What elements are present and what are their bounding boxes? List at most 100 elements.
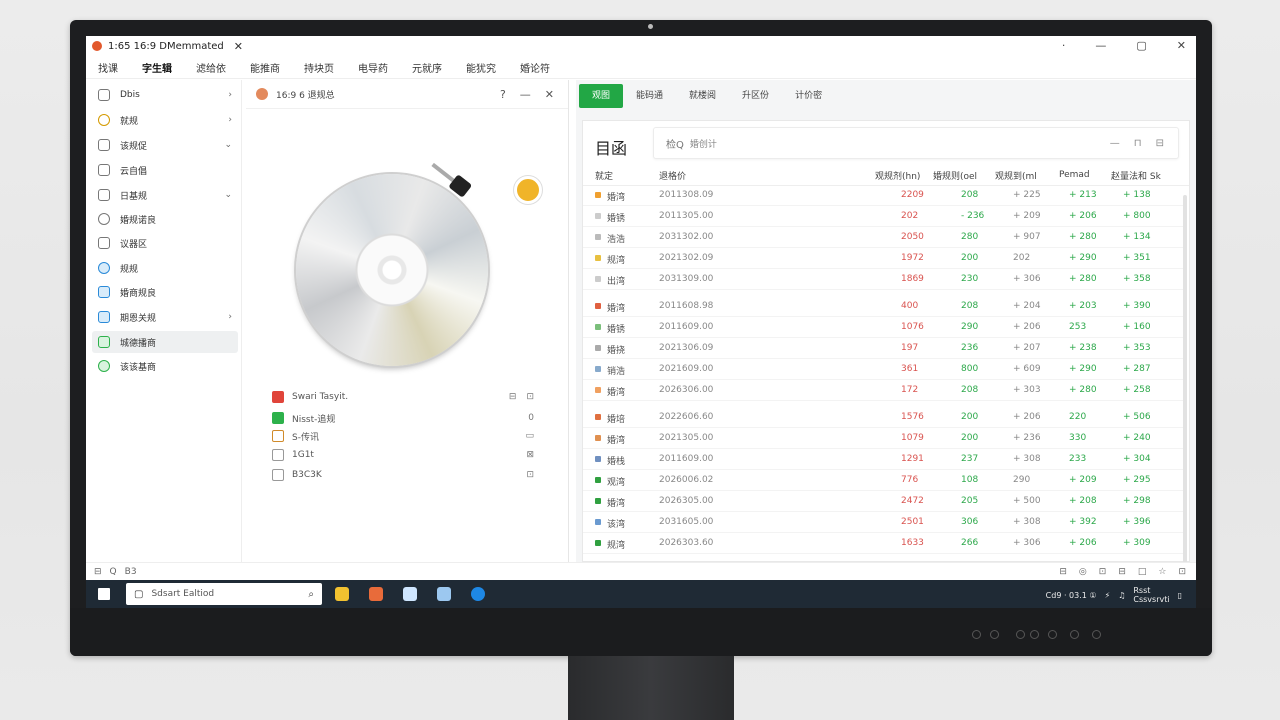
file-action-icon[interactable]: ⊠: [526, 450, 534, 460]
column-header[interactable]: 就定: [595, 169, 613, 182]
column-header[interactable]: 退格价: [659, 169, 686, 182]
status-icon[interactable]: ⊟: [1059, 567, 1067, 577]
table-row[interactable]: 婚湾 2021305.00 1079 200 + 236 330 + 240: [583, 428, 1183, 449]
table-row[interactable]: 婚培 2022606.60 1576 200 + 206 220 + 506: [583, 407, 1183, 428]
column-header[interactable]: 赵量法和 Sk: [1111, 169, 1161, 182]
table-row[interactable]: 出湾 2031309.00 1869 230 + 306 + 280 + 358: [583, 269, 1183, 290]
column-header[interactable]: 观规剂(hn): [875, 169, 920, 182]
sidebar-item[interactable]: 期恩关规 ›: [92, 306, 238, 328]
menu-item[interactable]: 滤给依: [184, 60, 238, 75]
menu-item[interactable]: 能犹究: [454, 60, 508, 75]
status-indicator-icon[interactable]: [514, 176, 542, 204]
notification-icon[interactable]: ▯: [1178, 591, 1182, 600]
monitor-button[interactable]: [1030, 630, 1039, 639]
table-row[interactable]: 规湾 2026303.60 1633 266 + 306 + 206 + 309: [583, 533, 1183, 554]
file-action-icon[interactable]: ⊟: [509, 392, 517, 402]
menu-item[interactable]: 能推商: [238, 60, 292, 75]
table-row[interactable]: 婚挠 2021306.09 197 236 + 207 + 238 + 353: [583, 338, 1183, 359]
table-row[interactable]: 婚湾 2026305.00 2472 205 + 500 + 208 + 298: [583, 491, 1183, 512]
tab-active[interactable]: 观图: [579, 84, 624, 108]
power-button[interactable]: [1092, 630, 1101, 639]
taskbar-search[interactable]: ▢ Sdsart Ealtiod ⌕: [126, 583, 322, 605]
menu-item[interactable]: 找课: [86, 60, 130, 75]
menu-item[interactable]: 持块页: [292, 60, 346, 75]
maximize-button[interactable]: ▢: [1136, 39, 1146, 52]
scrollbar[interactable]: [1183, 195, 1187, 599]
column-header[interactable]: 婚规则(oel: [933, 169, 977, 182]
status-icon[interactable]: ⊟: [1118, 567, 1126, 577]
bookmark-icon[interactable]: ⊓: [1134, 138, 1142, 149]
minimize-icon[interactable]: —: [520, 88, 531, 101]
sidebar-item[interactable]: 该规促 ⌄: [92, 134, 238, 156]
menu-item-active[interactable]: 字生辑: [130, 60, 184, 75]
file-action-icon[interactable]: ▭: [525, 431, 534, 441]
file-action-icon[interactable]: ⊡: [526, 392, 534, 402]
file-item[interactable]: B3C3K ⊡: [272, 466, 534, 484]
status-icon[interactable]: □: [1138, 567, 1147, 577]
file-item[interactable]: S-传讯 ▭: [272, 427, 534, 445]
column-header[interactable]: Pemad: [1059, 170, 1090, 180]
tab[interactable]: 计价密: [782, 84, 835, 108]
sidebar-item[interactable]: 婚规诺良: [92, 208, 238, 230]
minimize-button[interactable]: —: [1095, 39, 1106, 52]
sidebar-item[interactable]: 该该基商: [92, 355, 238, 377]
volume-icon[interactable]: ♫: [1118, 591, 1125, 600]
table-row[interactable]: 婚湾 2011308.09 2209 208 + 225 + 213 + 138: [583, 185, 1183, 206]
tab[interactable]: 就楼阅: [676, 84, 729, 108]
file-item[interactable]: Nisst-追规 0: [272, 409, 534, 427]
taskbar-app[interactable]: [430, 580, 458, 608]
column-header[interactable]: 观规到(ml: [995, 169, 1037, 182]
sidebar-item-active[interactable]: 城德播商: [92, 331, 238, 353]
start-button[interactable]: [98, 588, 110, 600]
menu-item[interactable]: 元就序: [400, 60, 454, 75]
table-row[interactable]: 浩浩 2031302.00 2050 280 + 907 + 280 + 134: [583, 227, 1183, 248]
file-item[interactable]: 1G1t ⊠: [272, 446, 534, 464]
table-row[interactable]: 婚锈 2011609.00 1076 290 + 206 253 + 160: [583, 317, 1183, 338]
sidebar-item[interactable]: 规规: [92, 257, 238, 279]
network-icon[interactable]: ⚡: [1105, 591, 1111, 600]
monitor-button[interactable]: [1048, 630, 1057, 639]
sidebar-item[interactable]: 婚商规良: [92, 281, 238, 303]
file-item[interactable]: Swari Tasyit. ⊟ ⊡: [272, 388, 534, 406]
title-close-icon[interactable]: ✕: [234, 40, 243, 53]
status-icon[interactable]: ☆: [1158, 567, 1166, 577]
table-row[interactable]: 销浩 2021609.00 361 800 + 609 + 290 + 287: [583, 359, 1183, 380]
monitor-button[interactable]: [990, 630, 999, 639]
zoom-icon[interactable]: Q: [110, 567, 117, 577]
sidebar-item[interactable]: 议器区: [92, 232, 238, 254]
window-menu-button[interactable]: ·: [1062, 39, 1066, 52]
menu-item[interactable]: 电导药: [346, 60, 400, 75]
save-icon[interactable]: ⊟: [1156, 138, 1164, 149]
table-row[interactable]: 婚湾 2026306.00 172 208 + 303 + 280 + 258: [583, 380, 1183, 401]
sidebar-item[interactable]: 就规 ›: [92, 109, 238, 131]
taskbar-search-text[interactable]: Sdsart Ealtiod: [151, 589, 308, 599]
taskbar-app[interactable]: [362, 580, 390, 608]
table-row[interactable]: 规湾 2021302.09 1972 200 202 + 290 + 351: [583, 248, 1183, 269]
status-icon[interactable]: ⊡: [1099, 567, 1107, 577]
close-icon[interactable]: ✕: [545, 88, 554, 101]
sidebar-item[interactable]: 日基规 ⌄: [92, 184, 238, 206]
sidebar-item[interactable]: Dbis ›: [92, 84, 238, 106]
close-button[interactable]: ✕: [1177, 39, 1186, 52]
monitor-button[interactable]: [1016, 630, 1025, 639]
status-icon[interactable]: ◎: [1079, 567, 1087, 577]
menu-item[interactable]: 婚论符: [508, 60, 562, 75]
table-row[interactable]: 观湾 2026006.02 776 108 290 + 209 + 295: [583, 470, 1183, 491]
taskbar-app[interactable]: [328, 580, 356, 608]
table-row[interactable]: 婚锈 2011305.00 202 - 236 + 209 + 206 + 800: [583, 206, 1183, 227]
tab[interactable]: 能码通: [623, 84, 676, 108]
search-input[interactable]: 婚创计: [690, 137, 1110, 150]
help-icon[interactable]: ?: [500, 88, 506, 101]
monitor-button[interactable]: [972, 630, 981, 639]
status-icon[interactable]: ⊡: [1178, 567, 1186, 577]
table-row[interactable]: 婚栈 2011609.00 1291 237 + 308 233 + 304: [583, 449, 1183, 470]
search-bar[interactable]: 检Q 婚创计 — ⊓ ⊟: [653, 127, 1179, 159]
clock[interactable]: Cd9 · 03.1 ①: [1046, 591, 1097, 600]
tab[interactable]: 升区份: [729, 84, 782, 108]
monitor-button[interactable]: [1070, 630, 1079, 639]
taskbar-app[interactable]: [464, 580, 492, 608]
file-action-icon[interactable]: ⊡: [526, 470, 534, 480]
table-row[interactable]: 婚湾 2011608.98 400 208 + 204 + 203 + 390: [583, 296, 1183, 317]
taskbar-app[interactable]: [396, 580, 424, 608]
table-row[interactable]: 该湾 2031605.00 2501 306 + 308 + 392 + 396: [583, 512, 1183, 533]
